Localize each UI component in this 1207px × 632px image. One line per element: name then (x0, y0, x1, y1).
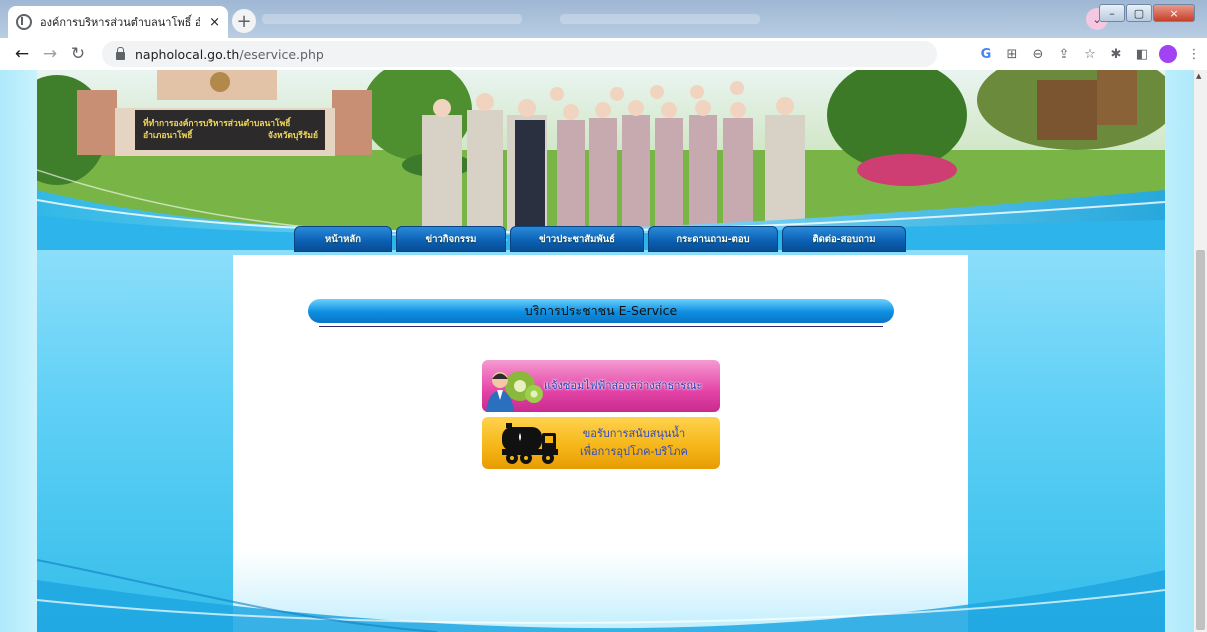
nav-home[interactable]: หน้าหลัก (294, 226, 392, 252)
tab-title: องค์การบริหารส่วนตำบลนาโพธิ์ อำ... (40, 16, 200, 29)
globe-icon (16, 14, 32, 30)
menu-kebab-icon[interactable]: ⋮ (1181, 41, 1207, 67)
avatar-icon (1159, 45, 1177, 63)
service-water-supply-button[interactable]: ขอรับการสนับสนุนน้ำ เพื่อการอุปโภค-บริโภ… (482, 417, 720, 469)
site-container: ที่ทำการองค์การบริหารส่วนตำบลนาโพธิ์ อำเ… (37, 70, 1165, 632)
url-text: napholocal.go.th/eservice.php (135, 47, 324, 62)
header-banner: ที่ทำการองค์การบริหารส่วนตำบลนาโพธิ์ อำเ… (37, 70, 1165, 250)
window-controls: – ▢ × (1098, 4, 1195, 22)
service-1-label: แจ้งซ่อมไฟฟ้าส่องสว่างสาธารณะ (544, 379, 703, 392)
nav-activities[interactable]: ข่าวกิจกรรม (396, 226, 506, 252)
toolbar-icons: G ⊞ ⊖ ⇪ ☆ ✱ ◧ ⋮ (973, 41, 1207, 67)
service-streetlight-repair-button[interactable]: แจ้งซ่อมไฟฟ้าส่องสว่างสาธารณะ (482, 360, 720, 412)
reload-button[interactable]: ↻ (64, 40, 92, 68)
footer-wave (37, 559, 1165, 632)
page-viewport: ที่ทำการองค์การบริหารส่วนตำบลนาโพธิ์ อำเ… (0, 70, 1194, 632)
minimize-button[interactable]: – (1099, 4, 1125, 22)
service-2-label: ขอรับการสนับสนุนน้ำ เพื่อการอุปโภค-บริโภ… (580, 425, 688, 461)
nav-contact[interactable]: ติดต่อ-สอบถาม (782, 226, 906, 252)
google-icon[interactable]: G (973, 41, 999, 67)
nav-qa-board[interactable]: กระดานถาม-ตอบ (648, 226, 778, 252)
banner-photo (37, 70, 1165, 250)
back-button[interactable]: ← (8, 40, 36, 68)
new-tab-button[interactable]: + (232, 9, 256, 33)
bookmark-star-icon[interactable]: ☆ (1077, 41, 1103, 67)
zoom-icon[interactable]: ⊖ (1025, 41, 1051, 67)
profile-avatar[interactable] (1155, 41, 1181, 67)
lock-icon (116, 46, 125, 60)
section-divider (319, 326, 883, 327)
page-scrollbar[interactable]: ▲ (1194, 70, 1207, 632)
blurred-tab-strip (560, 14, 760, 24)
browser-toolbar: ← → ↻ napholocal.go.th/eservice.php G ⊞ … (0, 38, 1207, 70)
section-title: บริการประชาชน E-Service (524, 303, 678, 318)
section-title-bar: บริการประชาชน E-Service (308, 299, 894, 323)
maximize-button[interactable]: ▢ (1126, 4, 1152, 22)
service-2-label-line-2: เพื่อการอุปโภค-บริโภค (580, 445, 688, 458)
sign-line-1: ที่ทำการองค์การบริหารส่วนตำบลนาโพธิ์ (143, 119, 291, 129)
browser-tab-bar: องค์การบริหารส่วนตำบลนาโพธิ์ อำ... × + ⌄… (0, 0, 1207, 38)
forward-button[interactable]: → (36, 40, 64, 68)
tab-close-button[interactable]: × (209, 15, 220, 30)
service-2-label-line-1: ขอรับการสนับสนุนน้ำ (582, 427, 686, 440)
sign-line-3: จังหวัดบุรีรัมย์ (267, 131, 318, 141)
nav-announcements[interactable]: ข่าวประชาสัมพันธ์ (510, 226, 644, 252)
sign-line-2: อำเภอนาโพธิ์ (143, 131, 193, 141)
url-path: /eservice.php (239, 46, 324, 62)
sign-text: ที่ทำการองค์การบริหารส่วนตำบลนาโพธิ์ อำเ… (143, 118, 318, 142)
url-host: napholocal.go.th (135, 46, 240, 62)
browser-tab[interactable]: องค์การบริหารส่วนตำบลนาโพธิ์ อำ... × (8, 6, 228, 38)
main-nav: หน้าหลัก ข่าวกิจกรรม ข่าวประชาสัมพันธ์ ก… (294, 226, 910, 252)
repair-technician-icon (486, 371, 543, 412)
close-window-button[interactable]: × (1153, 4, 1195, 22)
scroll-up-arrow-icon[interactable]: ▲ (1196, 72, 1201, 80)
share-icon[interactable]: ⇪ (1051, 41, 1077, 67)
blurred-tab-strip (262, 14, 522, 24)
translate-icon[interactable]: ⊞ (999, 41, 1025, 67)
scroll-thumb[interactable] (1196, 250, 1205, 630)
extensions-icon[interactable]: ✱ (1103, 41, 1129, 67)
side-panel-icon[interactable]: ◧ (1129, 41, 1155, 67)
address-bar[interactable]: napholocal.go.th/eservice.php (102, 41, 937, 67)
water-truck-icon (502, 423, 558, 464)
